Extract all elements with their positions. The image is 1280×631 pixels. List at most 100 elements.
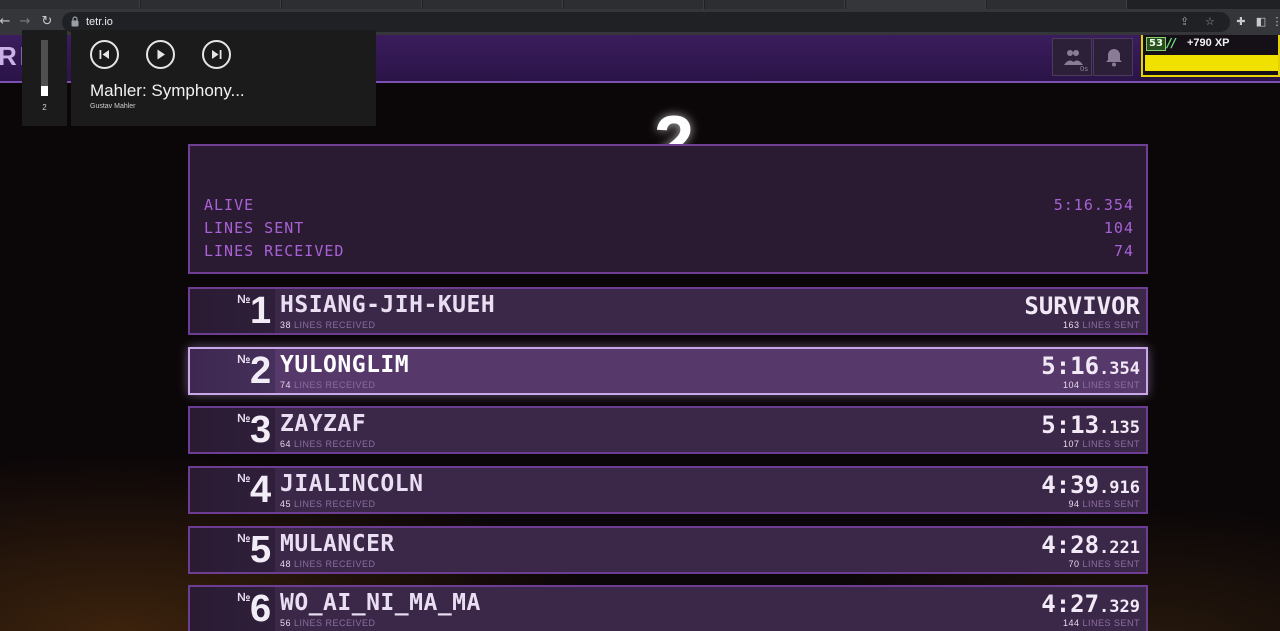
rank-sign: № (237, 411, 251, 425)
stat-label: LINES SENT (204, 219, 305, 237)
lines-received-label: LINES RECEIVED (294, 439, 376, 449)
rank-sign: № (237, 352, 251, 366)
xp-display[interactable]: 53 // +790 XP (1141, 35, 1280, 77)
rank-number: 6 (250, 588, 272, 630)
player-name[interactable]: YULONGLIM (280, 352, 409, 378)
rank-number: 3 (250, 409, 272, 451)
share-icon[interactable]: ⇪ (1180, 14, 1189, 30)
rank-sign: № (237, 590, 251, 604)
lines-received-value: 74 (280, 380, 292, 390)
back-arrow-icon[interactable]: ← (0, 13, 14, 31)
browser-tab-active[interactable] (846, 0, 986, 9)
friends-icon (1064, 50, 1083, 65)
lines-sent-value: 94 (1068, 499, 1080, 509)
side-panel-icon[interactable]: ◧ (1254, 13, 1268, 31)
lines-received: 38 LINES RECEIVED (280, 320, 376, 330)
extensions-icon[interactable]: ✚ (1234, 13, 1248, 31)
leaderboard-row[interactable]: № 5 MULANCER 48 LINES RECEIVED 4:28.221 … (188, 526, 1148, 574)
rank-sign: № (237, 292, 251, 306)
browser-tab[interactable] (141, 0, 281, 9)
lines-sent-label: LINES SENT (1082, 559, 1140, 569)
time-ms: .221 (1099, 538, 1140, 558)
next-track-button[interactable] (202, 40, 231, 69)
leaderboard-row[interactable]: № 6 WO_AI_NI_MA_MA 56 LINES RECEIVED 4:2… (188, 585, 1148, 631)
survival-time: SURVIVOR (1024, 292, 1140, 320)
stat-row-lines-received: LINES RECEIVED 74 (204, 242, 1134, 262)
player-name[interactable]: MULANCER (280, 531, 395, 557)
menu-icon[interactable]: ⋮ (1270, 13, 1280, 31)
lines-sent: 94 LINES SENT (1068, 499, 1140, 509)
bookmark-star-icon[interactable]: ☆ (1205, 14, 1215, 30)
lock-icon (71, 16, 79, 27)
level-badge: 53 (1146, 37, 1166, 51)
survival-time: 5:13.135 (1041, 411, 1140, 439)
play-button[interactable] (146, 40, 175, 69)
leaderboard-row[interactable]: № 4 JIALINCOLN 45 LINES RECEIVED 4:39.91… (188, 466, 1148, 514)
stat-value: 5:16.354 (1053, 196, 1134, 214)
media-artist: Gustav Mahler (90, 103, 136, 110)
player-name[interactable]: WO_AI_NI_MA_MA (280, 590, 481, 616)
time-ms: .354 (1099, 359, 1140, 379)
friends-button[interactable]: 0s (1052, 38, 1092, 76)
lines-received: 56 LINES RECEIVED (280, 618, 376, 628)
lines-sent: 107 LINES SENT (1063, 439, 1140, 449)
rank-sign: № (237, 531, 251, 545)
lines-sent: 70 LINES SENT (1068, 559, 1140, 569)
stat-row-alive: ALIVE 5:16.354 (204, 196, 1134, 216)
player-name[interactable]: JIALINCOLN (280, 471, 423, 497)
next-icon (212, 50, 222, 59)
rank-slash-icon: // (1167, 36, 1176, 50)
time-ms: .135 (1099, 418, 1140, 438)
lines-received-value: 56 (280, 618, 292, 628)
stat-value: 74 (1113, 242, 1134, 260)
time-main: 5:16 (1041, 352, 1100, 380)
rank-number: 4 (250, 469, 272, 511)
browser-tab[interactable] (282, 0, 422, 9)
lines-sent-label: LINES SENT (1082, 499, 1140, 509)
lines-received-label: LINES RECEIVED (294, 380, 376, 390)
player-name[interactable]: ZAYZAF (280, 411, 366, 437)
time-main: 4:27 (1041, 590, 1100, 618)
leaderboard-row-self[interactable]: № 2 YULONGLIM 74 LINES RECEIVED 5:16.354… (188, 347, 1148, 395)
lines-received: 64 LINES RECEIVED (280, 439, 376, 449)
lines-sent-label: LINES SENT (1082, 380, 1140, 390)
time-ms: .916 (1099, 478, 1140, 498)
lines-received: 48 LINES RECEIVED (280, 559, 376, 569)
browser-tab[interactable] (0, 0, 140, 9)
url-text: tetr.io (86, 16, 113, 28)
browser-tab[interactable] (423, 0, 563, 9)
browser-tab[interactable] (705, 0, 845, 9)
lines-received-label: LINES RECEIVED (294, 320, 376, 330)
lines-received: 45 LINES RECEIVED (280, 499, 376, 509)
lines-sent-label: LINES SENT (1082, 618, 1140, 628)
browser-tab[interactable] (987, 0, 1127, 9)
lines-sent: 104 LINES SENT (1063, 380, 1140, 390)
lines-received-value: 48 (280, 559, 292, 569)
play-icon (157, 49, 165, 60)
lines-received-label: LINES RECEIVED (294, 559, 376, 569)
leaderboard-row[interactable]: № 3 ZAYZAF 64 LINES RECEIVED 5:13.135 10… (188, 406, 1148, 454)
lines-received-value: 64 (280, 439, 292, 449)
media-title: Mahler: Symphony... (90, 81, 245, 100)
survival-time: 4:28.221 (1041, 531, 1140, 559)
address-bar[interactable]: tetr.io ⇪ ☆ (62, 12, 1230, 32)
lines-sent-value: 163 (1062, 320, 1080, 330)
stat-value: 104 (1103, 219, 1134, 237)
lines-received-label: LINES RECEIVED (294, 618, 376, 628)
lines-sent-value: 70 (1068, 559, 1080, 569)
reload-icon[interactable]: ↻ (38, 13, 56, 31)
time-main: 4:39 (1041, 471, 1100, 499)
volume-level: 2 (42, 103, 47, 112)
lines-received-value: 45 (280, 499, 292, 509)
stat-label: LINES RECEIVED (204, 242, 345, 260)
media-overlay: Mahler: Symphony... Gustav Mahler (71, 30, 376, 126)
lines-sent-label: LINES SENT (1082, 439, 1140, 449)
stat-row-lines-sent: LINES SENT 104 (204, 219, 1134, 239)
rank-number: 2 (250, 350, 272, 392)
browser-tab[interactable] (564, 0, 704, 9)
previous-track-button[interactable] (90, 40, 119, 69)
player-name[interactable]: HSIANG-JIH-KUEH (280, 292, 495, 318)
forward-arrow-icon[interactable]: → (16, 13, 34, 31)
leaderboard-row[interactable]: № 1 HSIANG-JIH-KUEH 38 LINES RECEIVED SU… (188, 287, 1148, 335)
notifications-button[interactable] (1093, 38, 1133, 76)
